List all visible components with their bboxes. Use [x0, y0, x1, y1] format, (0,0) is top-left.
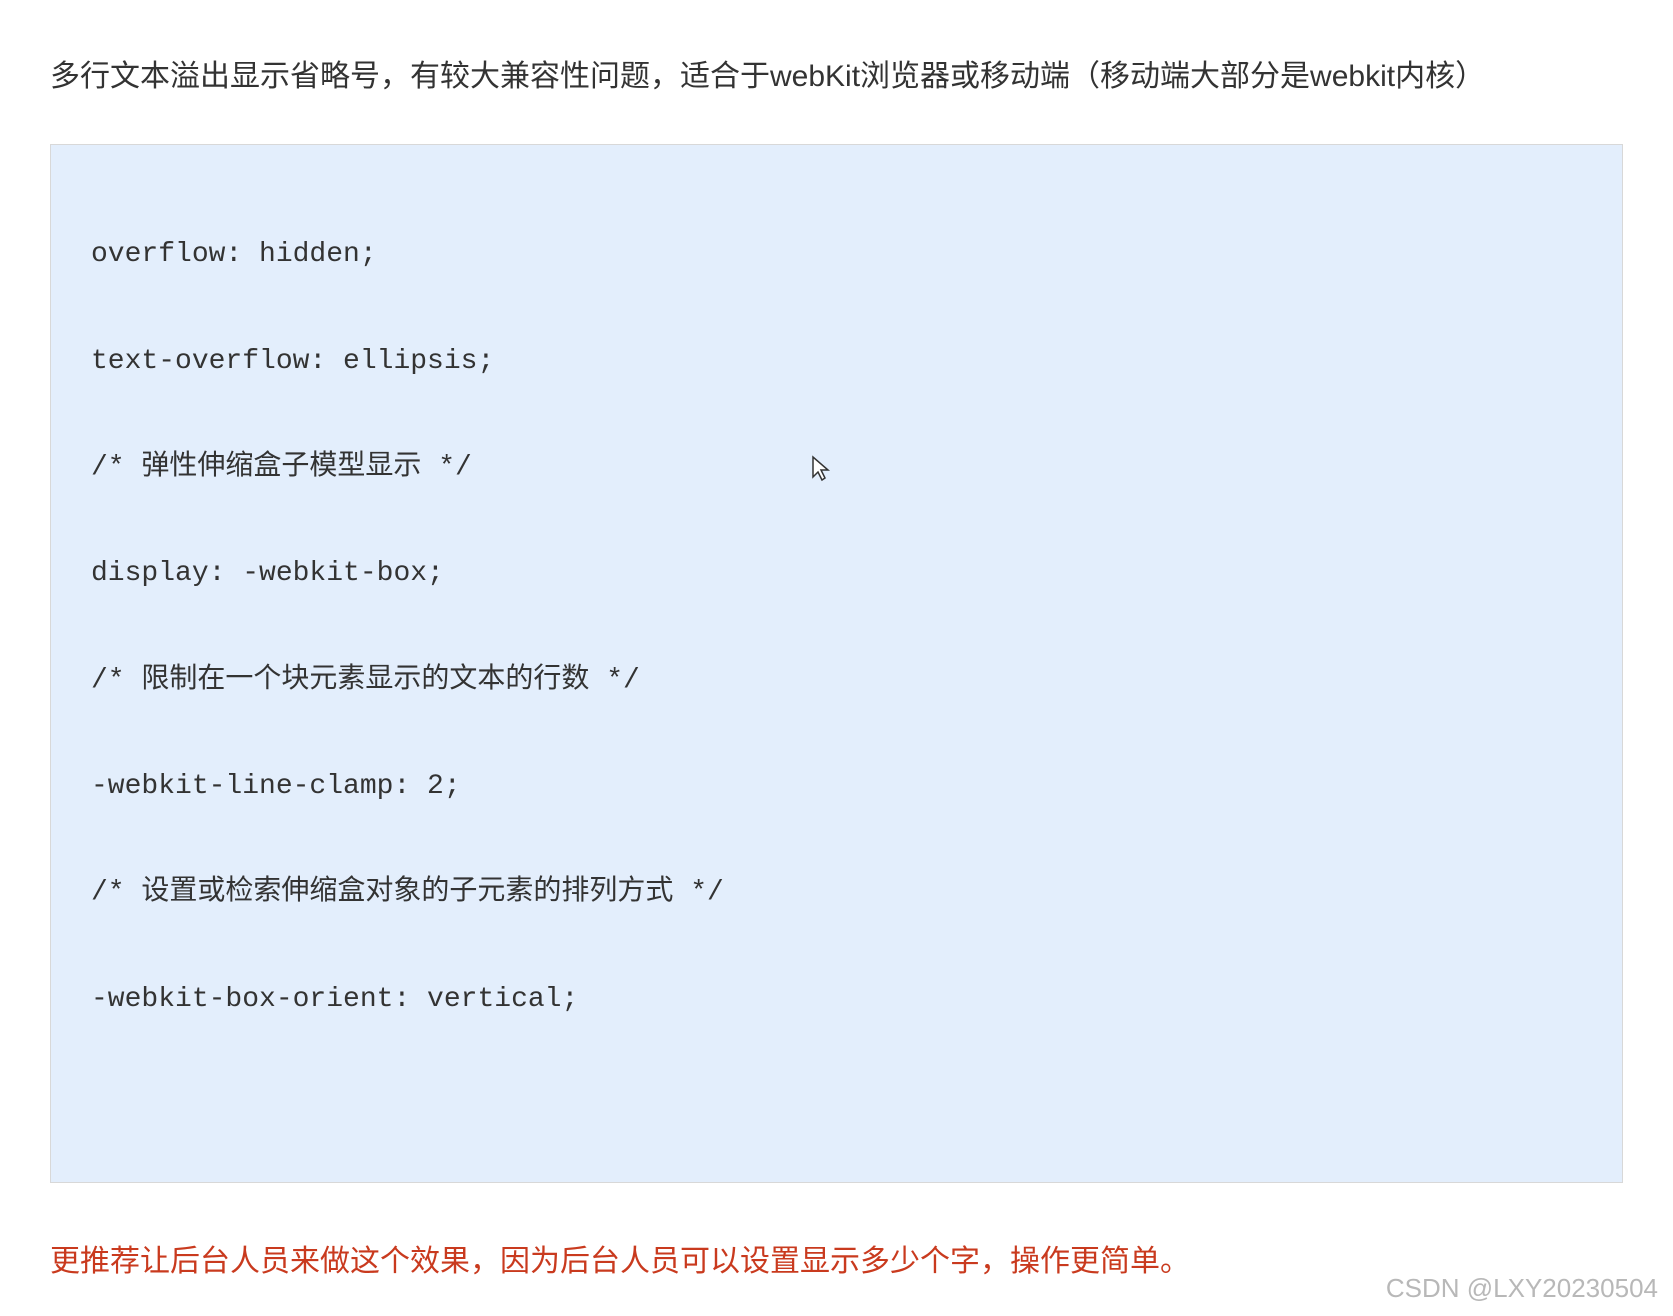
code-line: overflow: hidden; — [91, 228, 1582, 281]
code-line: /* 设置或检索伸缩盒对象的子元素的排列方式 */ — [91, 866, 1582, 919]
code-line: -webkit-box-orient: vertical; — [91, 973, 1582, 1026]
code-line: /* 弹性伸缩盒子模型显示 */ — [91, 441, 1582, 494]
code-line: display: -webkit-box; — [91, 547, 1582, 600]
code-line: text-overflow: ellipsis; — [91, 335, 1582, 388]
watermark: CSDN @LXY20230504 — [1386, 1273, 1658, 1304]
code-line: /* 限制在一个块元素显示的文本的行数 */ — [91, 654, 1582, 707]
code-block: overflow: hidden; text-overflow: ellipsi… — [50, 144, 1623, 1183]
intro-paragraph: 多行文本溢出显示省略号，有较大兼容性问题，适合于webKit浏览器或移动端（移动… — [50, 50, 1623, 104]
code-line: -webkit-line-clamp: 2; — [91, 760, 1582, 813]
